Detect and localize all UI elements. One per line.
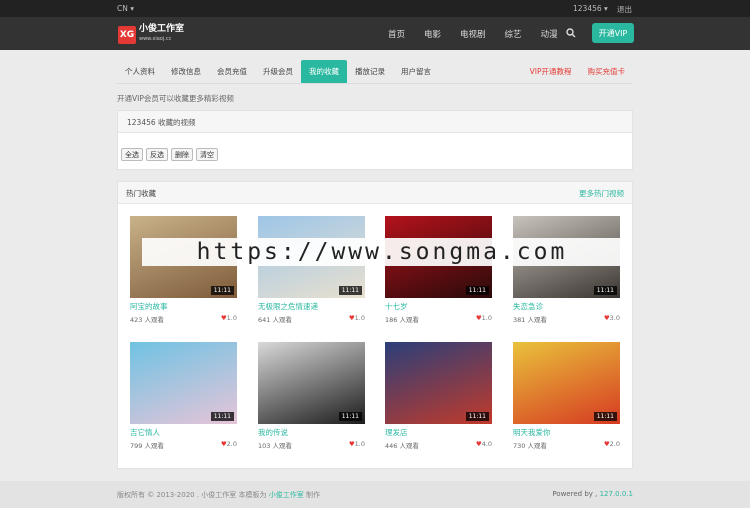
nav-links: 首页 电影 电视剧 综艺 动漫 (388, 28, 577, 40)
user-menu[interactable]: 123456 ▾ (573, 4, 608, 13)
video-title[interactable]: 失恋急诊 (513, 301, 620, 312)
open-vip-button[interactable]: 开通VIP (592, 23, 634, 43)
hot-favorites-panel: 热门收藏 更多热门视频 11:11 阿宝的故事 423 人观看 ♥1.0 11:11 无极… (117, 181, 633, 469)
footer-site-link[interactable]: 小俊工作室 (269, 491, 304, 499)
top-bar: CN ▾ 123456 ▾ 退出 (0, 0, 750, 17)
video-poster[interactable]: 11:11 (130, 342, 237, 424)
view-count: 423 人观看 (130, 316, 164, 324)
tab-upgrade[interactable]: 升级会员 (255, 60, 301, 83)
tab-history[interactable]: 播放记录 (347, 60, 393, 83)
like-count: 1.0 (226, 314, 237, 322)
view-count: 186 人观看 (385, 316, 419, 324)
video-poster[interactable]: 11:11 (385, 342, 492, 424)
view-count: 103 人观看 (258, 442, 292, 450)
invert-selection-button[interactable]: 反选 (146, 148, 168, 161)
view-count: 381 人观看 (513, 316, 547, 324)
view-count: 641 人观看 (258, 316, 292, 324)
tab-messages[interactable]: 用户留言 (393, 60, 439, 83)
duration-badge: 11:11 (210, 286, 234, 295)
site-logo[interactable]: XG 小俊工作室 www.xiaoj.cc (118, 25, 184, 44)
favorites-panel: 123456 收藏的视频 全选 反选 删除 清空 (117, 110, 633, 170)
video-title[interactable]: 十七岁 (385, 301, 492, 312)
like-count: 3.0 (609, 314, 620, 322)
language-selector[interactable]: CN ▾ (117, 4, 134, 13)
like-count: 4.0 (481, 440, 492, 448)
video-card[interactable]: 11:11 阿宝的故事 423 人观看 ♥1.0 (130, 216, 237, 331)
video-card[interactable]: 11:11 我的传说 103 人观看 ♥1.0 (258, 342, 365, 457)
video-card[interactable]: 11:11 吉它情人 799 人观看 ♥2.0 (130, 342, 237, 457)
duration-badge: 11:11 (210, 412, 234, 421)
tab-profile[interactable]: 个人资料 (117, 60, 163, 83)
search-icon[interactable] (566, 28, 576, 38)
like-count: 2.0 (226, 440, 237, 448)
duration-badge: 11:11 (465, 412, 489, 421)
tab-favorites[interactable]: 我的收藏 (301, 60, 347, 83)
video-title[interactable]: 无极限之危情速递 (258, 301, 365, 312)
footer-copyright: 版权所有 © 2013-2020 . 小俊工作室 本模板为 (117, 491, 267, 499)
select-all-button[interactable]: 全选 (121, 148, 143, 161)
like-count: 2.0 (609, 440, 620, 448)
video-card[interactable]: 11:11 无极限之危情速递 641 人观看 ♥1.0 (258, 216, 365, 331)
video-poster[interactable]: 11:11 (258, 342, 365, 424)
view-count: 730 人观看 (513, 442, 547, 450)
more-hot-videos-link[interactable]: 更多热门视频 (579, 188, 624, 199)
logo-mark: XG (118, 25, 136, 44)
video-title[interactable]: 理发店 (385, 427, 492, 438)
duration-badge: 11:11 (593, 286, 617, 295)
video-title[interactable]: 吉它情人 (130, 427, 237, 438)
favorites-actions: 全选 反选 删除 清空 (121, 148, 221, 161)
footer-ip: 127.0.0.1 (599, 490, 633, 498)
video-title[interactable]: 阿宝的故事 (130, 301, 237, 312)
view-count: 446 人观看 (385, 442, 419, 450)
footer: 版权所有 © 2013-2020 . 小俊工作室 本模板为 小俊工作室 制作 P… (0, 481, 750, 508)
watermark: https://www.songma.com (142, 238, 622, 266)
tab-edit-info[interactable]: 修改信息 (163, 60, 209, 83)
video-card[interactable]: 11:11 明天我爱你 730 人观看 ♥2.0 (513, 342, 620, 457)
clear-button[interactable]: 清空 (196, 148, 218, 161)
duration-badge: 11:11 (593, 412, 617, 421)
nav-link-tv[interactable]: 电视剧 (460, 28, 486, 40)
duration-badge: 11:11 (465, 286, 489, 295)
like-count: 1.0 (481, 314, 492, 322)
video-title[interactable]: 我的传说 (258, 427, 365, 438)
duration-badge: 11:11 (338, 286, 362, 295)
view-count: 799 人观看 (130, 442, 164, 450)
tab-buy-card[interactable]: 购买充值卡 (580, 60, 634, 83)
duration-badge: 11:11 (338, 412, 362, 421)
logo-text: 小俊工作室 (139, 24, 185, 34)
video-poster[interactable]: 11:11 (513, 342, 620, 424)
logo-subtext: www.xiaoj.cc (139, 36, 172, 42)
video-card[interactable]: 11:11 理发店 446 人观看 ♥4.0 (385, 342, 492, 457)
video-title[interactable]: 明天我爱你 (513, 427, 620, 438)
hot-favorites-title: 热门收藏 (126, 189, 156, 198)
tab-vip-tutorial[interactable]: VIP开通教程 (522, 60, 580, 83)
main-navbar: XG 小俊工作室 www.xiaoj.cc 首页 电影 电视剧 综艺 动漫 开通… (0, 17, 750, 50)
logout-link[interactable]: 退出 (617, 4, 632, 15)
delete-button[interactable]: 删除 (171, 148, 193, 161)
nav-link-home[interactable]: 首页 (388, 28, 405, 40)
like-count: 1.0 (354, 440, 365, 448)
account-tabs: 个人资料 修改信息 会员充值 升级会员 我的收藏 播放记录 用户留言 VIP开通… (117, 60, 633, 84)
nav-link-anime[interactable]: 动漫 (541, 28, 558, 40)
video-card[interactable]: 11:11 十七岁 186 人观看 ♥1.0 (385, 216, 492, 331)
favorites-title: 123456 收藏的视频 (118, 111, 632, 133)
footer-powered: Powered by , (552, 490, 598, 498)
like-count: 1.0 (354, 314, 365, 322)
nav-link-movies[interactable]: 电影 (424, 28, 441, 40)
footer-tail: 制作 (305, 491, 320, 499)
nav-link-variety[interactable]: 综艺 (505, 28, 522, 40)
video-card[interactable]: 11:11 失恋急诊 381 人观看 ♥3.0 (513, 216, 620, 331)
tab-recharge[interactable]: 会员充值 (209, 60, 255, 83)
vip-notice: 开通VIP会员可以收藏更多精彩视频 (117, 94, 234, 103)
